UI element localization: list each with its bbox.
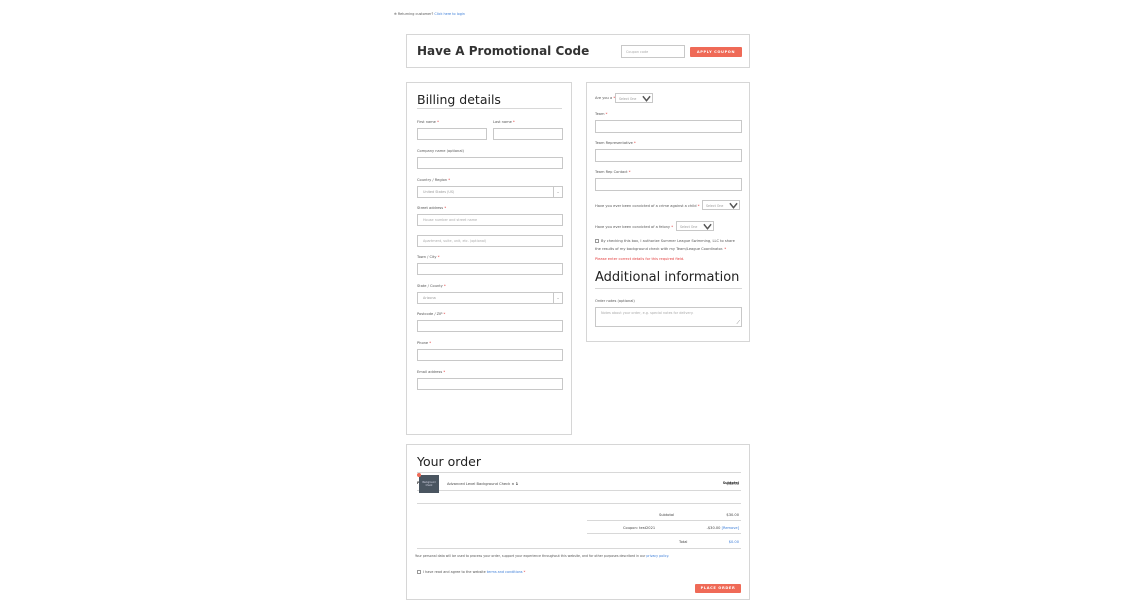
state-label: State / County * <box>417 284 446 288</box>
billing-box: Billing details First name * Last name *… <box>406 82 572 435</box>
select-one-text: Select One <box>619 97 637 101</box>
order-notes-label: Order notes (optional) <box>595 299 635 303</box>
coupon-input[interactable]: Coupon code <box>621 45 685 58</box>
privacy-policy-link[interactable]: privacy policy. <box>646 554 669 558</box>
apartment-field[interactable]: Apartment, suite, unit, etc. (optional) <box>417 235 563 247</box>
item-qty: × 1 <box>511 482 519 486</box>
phone-field[interactable] <box>417 349 563 361</box>
town-field[interactable] <box>417 263 563 275</box>
returning-customer-notice: ⊕ Returning customer? Click here to logi… <box>394 12 465 16</box>
info-icon: ⊕ <box>394 12 397 16</box>
order-divider-top <box>417 472 741 473</box>
subtotal-label: Subtotal <box>659 513 675 517</box>
country-value: United States (US) <box>423 190 455 194</box>
place-order-button[interactable]: PLACE ORDER <box>695 584 741 593</box>
subtotal-value: $30.00 <box>726 513 739 517</box>
promo-title: Have A Promotional Code <box>417 44 590 58</box>
apply-coupon-button[interactable]: APPLY COUPON <box>690 47 742 57</box>
team-rep-contact-label: Team Rep Contact * <box>595 170 631 174</box>
thumb-text: Background Check <box>422 481 436 487</box>
order-item: Advanced Level Background Check × 1 <box>447 482 518 486</box>
remove-item-icon[interactable] <box>417 473 421 477</box>
order-notes-textarea[interactable]: Notes about your order, e.g. special not… <box>595 307 742 327</box>
coupon-placeholder: Coupon code <box>626 50 649 54</box>
team-rep-label: Team Representative * <box>595 141 636 145</box>
terms-checkbox[interactable] <box>417 570 421 574</box>
order-notes-placeholder: Notes about your order, e.g. special not… <box>601 311 694 315</box>
team-label: Team * <box>595 112 608 116</box>
total-label: Total <box>679 540 688 544</box>
select-one-text: Select One <box>706 204 724 208</box>
billing-divider <box>417 108 562 109</box>
billing-title: Billing details <box>417 92 501 107</box>
phone-label: Phone * <box>417 341 432 345</box>
street-field[interactable]: House number and street name <box>417 214 563 226</box>
team-rep-contact-field[interactable] <box>595 178 742 191</box>
are-you-select[interactable]: Select One <box>615 93 653 103</box>
consent-line-2: the results of my background check with … <box>595 247 727 251</box>
additional-divider <box>595 288 742 289</box>
apartment-placeholder: Apartment, suite, unit, etc. (optional) <box>423 239 487 243</box>
order-header-divider <box>417 490 741 491</box>
last-name-label: Last name * <box>493 120 515 124</box>
coupon-remove-link[interactable]: [Remove] <box>722 526 739 530</box>
item-divider <box>417 503 741 504</box>
subtotal-divider <box>587 520 741 521</box>
chevron-down-icon: ⌄ <box>553 187 562 197</box>
total-divider <box>417 548 741 549</box>
first-name-field[interactable] <box>417 128 487 140</box>
felony-select[interactable]: Select One <box>676 221 714 231</box>
street-placeholder: House number and street name <box>423 218 478 222</box>
email-field[interactable] <box>417 378 563 390</box>
state-value: Arizona <box>423 296 436 300</box>
team-field[interactable] <box>595 120 742 133</box>
resize-handle-icon[interactable]: ⟋ <box>736 320 740 326</box>
returning-customer-text: Returning customer? <box>397 12 434 16</box>
state-select[interactable]: Arizona ⌄ <box>417 292 563 304</box>
country-select[interactable]: United States (US) ⌄ <box>417 186 563 198</box>
total-value: $0.00 <box>728 540 739 544</box>
coupon-label: Coupon: test2021 <box>623 526 656 530</box>
extra-fields-box: Are you a * Select One Team * Team Repre… <box>586 82 750 342</box>
chevron-down-icon <box>703 223 712 230</box>
product-thumbnail: Background Check <box>419 475 439 493</box>
item-name: Advanced Level Background Check <box>447 482 511 486</box>
consent-checkbox[interactable] <box>595 239 599 243</box>
order-box: Your order Product Subtotal Background C… <box>406 444 750 600</box>
first-name-label: First name * <box>417 120 439 124</box>
crime-question-label: Have you ever been convicted of a crime … <box>595 204 700 208</box>
login-link[interactable]: Click here to login <box>434 12 465 16</box>
email-label: Email address * <box>417 370 446 374</box>
felony-question-label: Have you ever been convicted of a felony… <box>595 225 674 229</box>
consent-line-1: By checking this box, I authorize Summer… <box>601 239 735 243</box>
team-rep-field[interactable] <box>595 149 742 162</box>
company-label: Company name (optional) <box>417 149 464 153</box>
item-price: $30.00 <box>726 482 739 486</box>
order-title: Your order <box>417 454 481 469</box>
postcode-field[interactable] <box>417 320 563 332</box>
coupon-divider <box>587 533 741 534</box>
privacy-notice: Your personal data will be used to proce… <box>415 554 670 558</box>
promo-box: Have A Promotional Code Coupon code APPL… <box>406 34 750 68</box>
company-field[interactable] <box>417 157 563 169</box>
chevron-down-icon: ⌄ <box>553 293 562 303</box>
last-name-field[interactable] <box>493 128 563 140</box>
crime-select[interactable]: Select One <box>702 200 740 210</box>
are-you-label: Are you a * <box>595 96 615 100</box>
town-label: Town / City * <box>417 255 440 259</box>
street-label: Street address * <box>417 206 447 210</box>
terms-link[interactable]: terms and conditions <box>487 570 523 574</box>
chevron-down-icon <box>729 202 738 209</box>
country-label: Country / Region * <box>417 178 451 182</box>
consent-error: Please enter correct details for this re… <box>595 257 685 261</box>
select-one-text: Select One <box>680 225 698 229</box>
additional-info-title: Additional information <box>595 270 740 285</box>
terms-label: I have read and agree to the website ter… <box>423 570 526 574</box>
postcode-label: Postcode / ZIP * <box>417 312 446 316</box>
coupon-value: -$30.00 [Remove] <box>706 526 739 530</box>
chevron-down-icon <box>642 95 651 102</box>
